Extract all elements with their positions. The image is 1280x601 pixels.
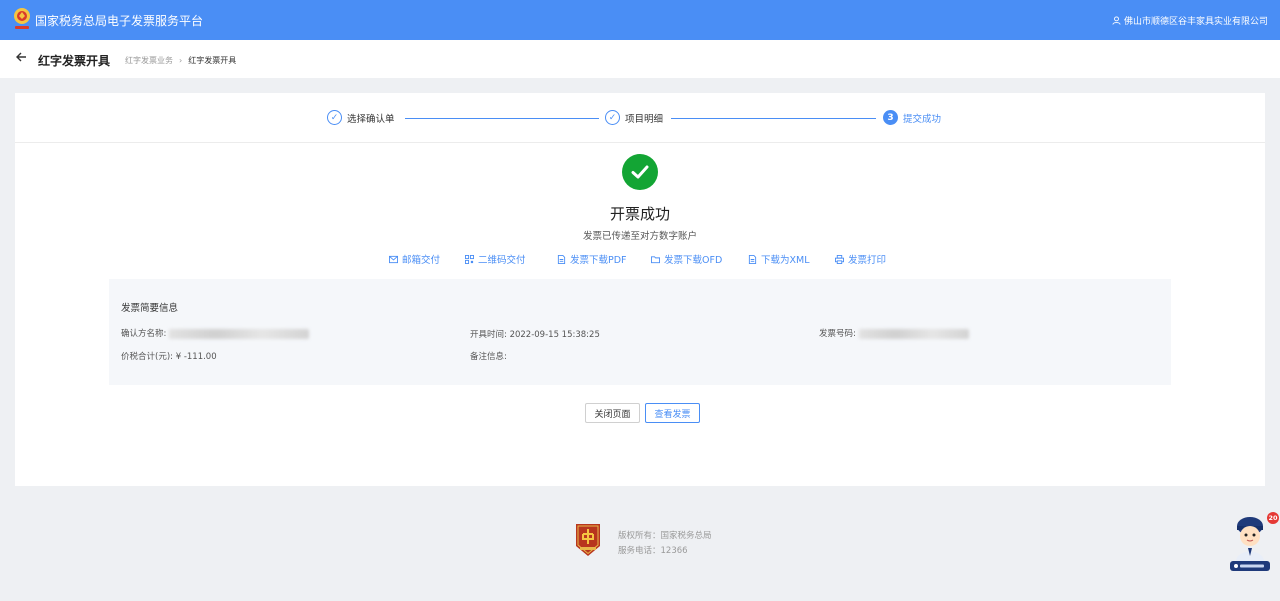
footer-copyright: 版权所有：国家税务总局 xyxy=(618,531,712,541)
action-label: 二维码交付 xyxy=(478,255,526,266)
step-select-confirmation: ✓ 选择确认单 xyxy=(327,110,395,125)
print-invoice-link[interactable]: 发票打印 xyxy=(835,252,886,266)
buyer-name-field: 确认方名称: xyxy=(121,327,310,339)
user-account[interactable]: 佛山市顺德区谷丰家具实业有限公司 xyxy=(1112,14,1268,27)
total-amount-field: 价税合计(元): ¥ -111.00 xyxy=(121,350,217,362)
breadcrumb-item-red-invoice-business[interactable]: 红字发票业务 xyxy=(125,56,173,65)
issue-time-value: 2022-09-15 15:38:25 xyxy=(509,330,600,340)
email-delivery-link[interactable]: 邮箱交付 xyxy=(389,252,440,266)
step-label: 选择确认单 xyxy=(347,113,395,125)
action-label: 发票打印 xyxy=(848,255,887,266)
action-label: 邮箱交付 xyxy=(402,255,441,266)
page-title: 红字发票开具 xyxy=(38,54,111,68)
download-xml-link[interactable]: 下载为XML xyxy=(748,252,810,266)
tax-emblem-logo-icon xyxy=(14,8,30,29)
customer-service-avatar-icon[interactable] xyxy=(1228,512,1272,572)
tax-bureau-emblem-icon xyxy=(576,524,600,556)
folder-icon xyxy=(651,255,660,263)
action-label: 下载为XML xyxy=(761,255,810,266)
remark-label: 备注信息: xyxy=(470,352,507,362)
invoice-number-label: 发票号码: xyxy=(819,329,856,339)
qrcode-icon xyxy=(465,254,474,264)
result-subtitle: 发票已传递至对方数字账户 xyxy=(582,231,697,242)
total-amount-label: 价税合计(元): xyxy=(121,352,173,362)
step-submit-success: 3 提交成功 xyxy=(883,110,941,125)
user-company-name: 佛山市顺德区谷丰家具实业有限公司 xyxy=(1123,17,1268,27)
printer-icon xyxy=(835,254,844,264)
view-invoice-button[interactable]: 查看发票 xyxy=(645,403,700,423)
breadcrumb-item-current: 红字发票开具 xyxy=(188,56,237,65)
delivery-actions: 邮箱交付 二维码交付 发票下载PDF 发票下载OFD 下载为XML 发票打印 xyxy=(15,252,1265,266)
buyer-name-label: 确认方名称: xyxy=(121,329,167,339)
invoice-number-field: 发票号码: xyxy=(819,327,969,339)
document-icon xyxy=(748,254,757,264)
total-amount-value: ¥ -111.00 xyxy=(175,352,217,362)
result-title: 开票成功 xyxy=(609,205,670,223)
step-label: 提交成功 xyxy=(903,113,942,125)
main-card: ✓ 选择确认单 ✓ 项目明细 3 提交成功 开票成功 发票已传递至对方数字账户 … xyxy=(15,93,1265,486)
issue-time-field: 开具时间: 2022-09-15 15:38:25 xyxy=(470,328,600,340)
invoice-summary-title: 发票简要信息 xyxy=(121,303,179,314)
redacted-invoice-number xyxy=(858,328,969,339)
user-icon xyxy=(1112,16,1121,25)
redacted-buyer-name xyxy=(169,328,310,339)
step-connector xyxy=(405,118,599,119)
check-icon: ✓ xyxy=(605,110,620,125)
action-label: 发票下载OFD xyxy=(664,255,723,266)
back-arrow-icon[interactable] xyxy=(15,51,27,66)
footer-hotline: 服务电话：12366 xyxy=(618,546,688,556)
download-ofd-link[interactable]: 发票下载OFD xyxy=(651,252,722,266)
step-label: 项目明细 xyxy=(625,113,664,125)
mail-icon xyxy=(389,255,398,263)
download-pdf-link[interactable]: 发票下载PDF xyxy=(557,252,627,266)
app-title: 国家税务总局电子发票服务平台 xyxy=(35,14,204,28)
issue-time-label: 开具时间: xyxy=(470,330,507,340)
step-item-details: ✓ 项目明细 xyxy=(605,110,663,125)
document-icon xyxy=(557,254,566,264)
invoice-summary-panel: 发票简要信息 确认方名称: 开具时间: 2022-09-15 15:38:25 … xyxy=(109,279,1171,385)
remark-field: 备注信息: xyxy=(470,350,507,362)
step-connector xyxy=(671,118,876,119)
check-icon: ✓ xyxy=(327,110,342,125)
chevron-right-icon: › xyxy=(179,56,183,65)
notification-badge: 20 xyxy=(1267,512,1279,524)
success-check-icon xyxy=(622,154,658,190)
breadcrumb: 红字发票业务 › 红字发票开具 xyxy=(125,55,236,66)
top-header: 国家税务总局电子发票服务平台 佛山市顺德区谷丰家具实业有限公司 xyxy=(0,0,1280,40)
page-header: 红字发票开具 红字发票业务 › 红字发票开具 xyxy=(0,40,1280,78)
step-number-badge: 3 xyxy=(883,110,898,125)
action-label: 发票下载PDF xyxy=(570,255,627,266)
close-page-button[interactable]: 关闭页面 xyxy=(585,403,640,423)
stepper: ✓ 选择确认单 ✓ 项目明细 3 提交成功 xyxy=(15,93,1265,143)
qrcode-delivery-link[interactable]: 二维码交付 xyxy=(465,252,526,266)
